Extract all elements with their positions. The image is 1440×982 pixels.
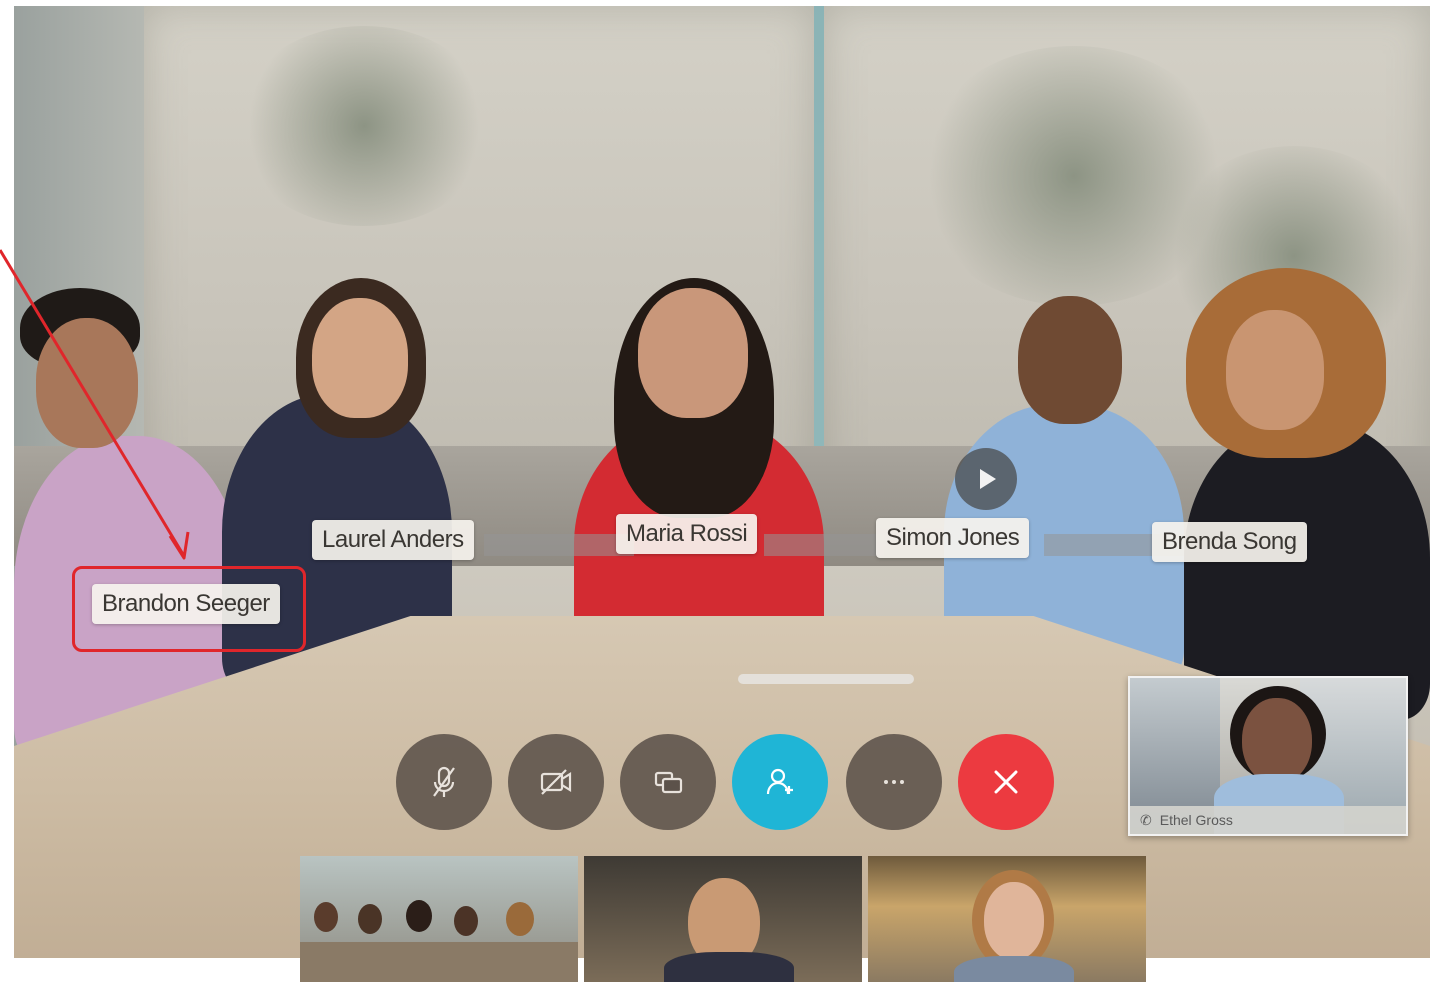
end-call-button[interactable] (958, 734, 1054, 830)
name-tag-simon: Simon Jones (876, 518, 1030, 558)
table-microphone (738, 674, 914, 684)
add-participant-button[interactable] (732, 734, 828, 830)
more-options-icon (884, 780, 904, 784)
phone-icon: ✆ (1140, 811, 1152, 828)
more-options-button[interactable] (846, 734, 942, 830)
share-screen-button[interactable] (620, 734, 716, 830)
background-tree (234, 26, 494, 226)
mute-microphone-icon (433, 766, 455, 797)
share-screen-icon (654, 771, 683, 794)
mute-button[interactable] (396, 734, 492, 830)
filmstrip-thumbnail-room[interactable] (300, 856, 578, 982)
annotation-highlight-box (72, 566, 306, 652)
name-tag-brenda: Brenda Song (1152, 522, 1307, 562)
name-rail (764, 534, 884, 556)
self-view-name: Ethel Gross (1159, 812, 1233, 828)
filmstrip-thumbnail-participant[interactable] (868, 856, 1146, 982)
filmstrip-thumbnail-participant[interactable] (584, 856, 862, 982)
name-tag-maria: Maria Rossi (616, 514, 758, 554)
participant-filmstrip (300, 856, 1146, 982)
stop-video-icon (540, 769, 572, 795)
self-view-video[interactable]: ✆ Ethel Gross (1128, 676, 1408, 836)
name-rail (484, 534, 634, 556)
stop-video-button[interactable] (508, 734, 604, 830)
end-call-icon (994, 770, 1018, 794)
self-view-face (1242, 698, 1312, 784)
play-icon[interactable] (955, 448, 1017, 510)
name-tag-laurel: Laurel Anders (312, 520, 474, 560)
self-view-label: ✆ Ethel Gross (1130, 806, 1406, 834)
add-participant-icon (766, 768, 793, 795)
